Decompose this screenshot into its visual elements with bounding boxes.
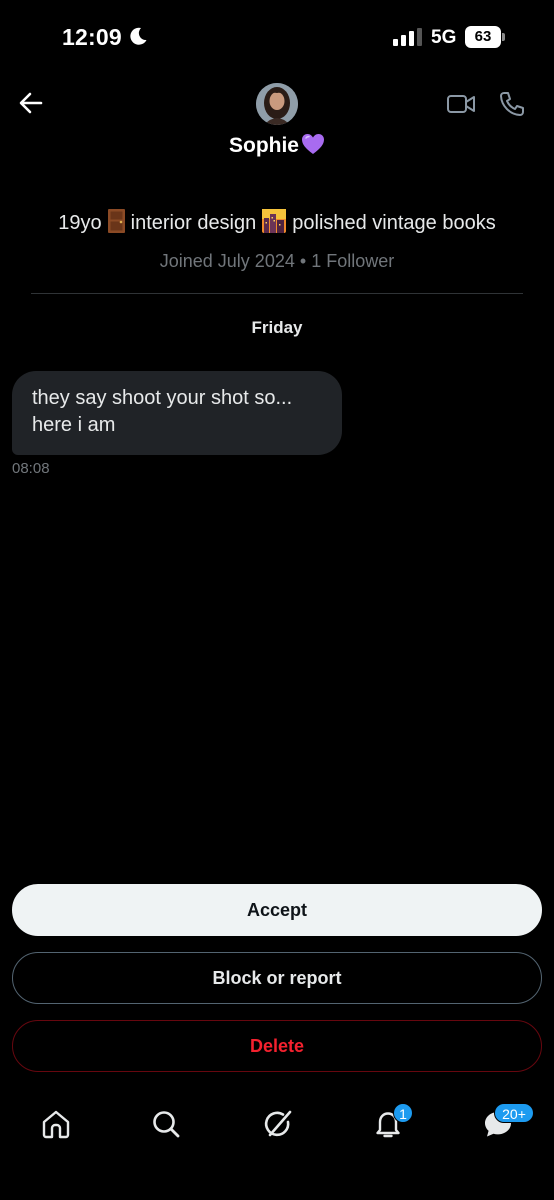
message-line: here i am (32, 414, 116, 436)
home-icon[interactable] (40, 1108, 72, 1140)
profile-meta: Joined July 2024 • 1 Follower (0, 251, 554, 272)
joined-date: Joined July 2024 (159, 251, 295, 271)
battery-indicator: 63 (465, 26, 505, 48)
message-timestamp: 08:08 (12, 460, 50, 477)
back-arrow-icon[interactable] (16, 88, 46, 118)
avatar-image (256, 83, 298, 125)
bio-interest-1: interior design (130, 212, 257, 234)
meta-separator: • (299, 251, 307, 271)
bio-age: 19yo (58, 212, 102, 234)
battery-level: 63 (465, 26, 501, 48)
block-or-report-button[interactable]: Block or report (12, 952, 542, 1004)
cityscape-at-dusk-emoji (262, 209, 287, 233)
day-label: Friday (251, 318, 303, 337)
contact-name-text: Sophie (228, 134, 299, 157)
purple-heart-icon (302, 134, 324, 154)
video-call-icon[interactable] (446, 92, 476, 116)
bio-interest-2: polished vintage books (292, 212, 496, 234)
grok-icon[interactable] (262, 1108, 294, 1140)
status-time: 12:09 (62, 24, 122, 50)
message-bubble[interactable]: they say shoot your shot so... here i am (12, 371, 342, 455)
phone-icon[interactable] (498, 90, 526, 118)
battery-tip (502, 33, 505, 41)
divider (31, 293, 523, 294)
accept-button[interactable]: Accept (12, 884, 542, 936)
search-icon[interactable] (150, 1108, 182, 1140)
signal-icon (393, 28, 422, 46)
door-emoji (107, 209, 125, 233)
profile-bio: 19yo interior design polished vintage bo… (0, 209, 554, 235)
contact-name[interactable]: Sophie (0, 133, 554, 158)
moon-icon (130, 27, 147, 45)
avatar[interactable] (256, 83, 298, 125)
notifications-badge: 1 (393, 1103, 413, 1123)
network-label: 5G (431, 27, 457, 48)
follower-count[interactable]: 1 Follower (311, 251, 394, 271)
messages-badge: 20+ (494, 1103, 534, 1123)
message-line: they say shoot your shot so... (32, 387, 293, 409)
delete-button[interactable]: Delete (12, 1020, 542, 1072)
status-bar: 12:09 5G 63 (0, 0, 554, 76)
